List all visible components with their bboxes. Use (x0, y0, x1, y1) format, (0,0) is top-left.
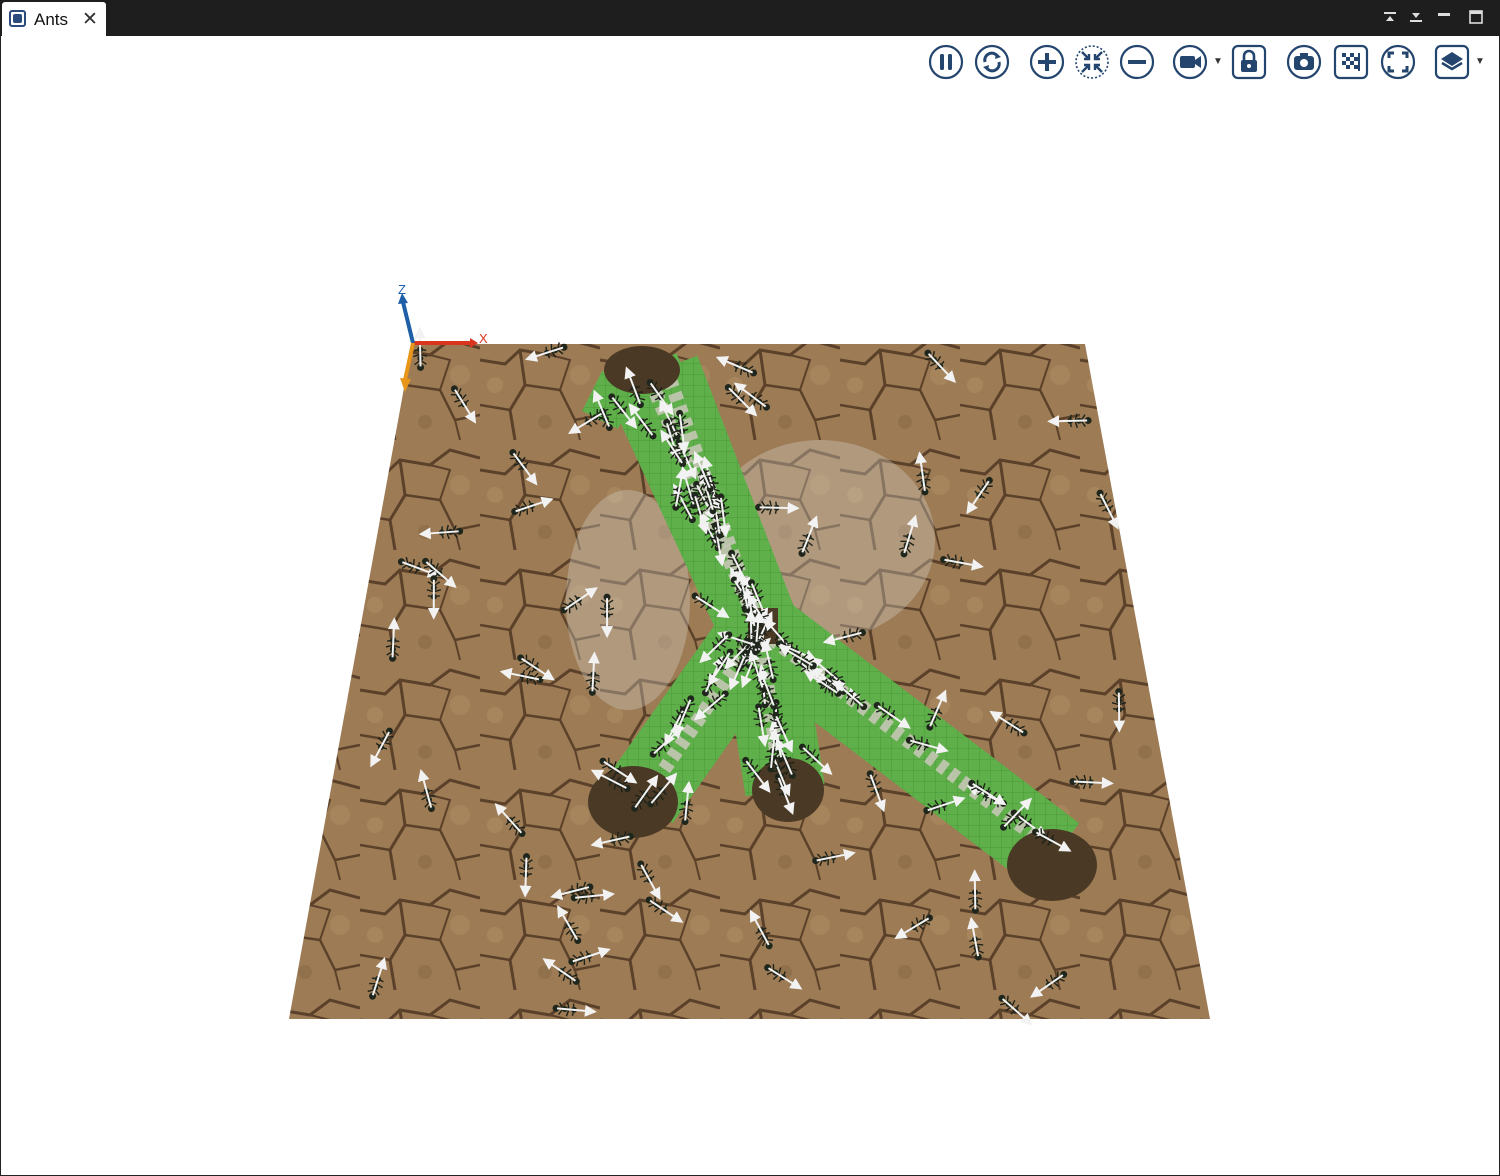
axis-z-label: Z (398, 282, 406, 297)
restore-icon[interactable] (1406, 7, 1426, 27)
fullscreen-icon[interactable] (1466, 7, 1486, 27)
close-icon[interactable]: ✕ (82, 8, 98, 31)
view-icon (9, 10, 26, 27)
axis-x-label: X (479, 331, 488, 346)
tab-label: Ants (34, 10, 69, 29)
minimize-icon[interactable] (1380, 7, 1400, 27)
simulation-viewport[interactable]: X Z (0, 36, 1500, 1176)
nest-top (604, 346, 680, 394)
tab-ants[interactable]: Ants ✕ (2, 2, 106, 36)
maximize-icon[interactable] (1434, 7, 1454, 27)
title-bar: Ants ✕ (0, 0, 1500, 36)
